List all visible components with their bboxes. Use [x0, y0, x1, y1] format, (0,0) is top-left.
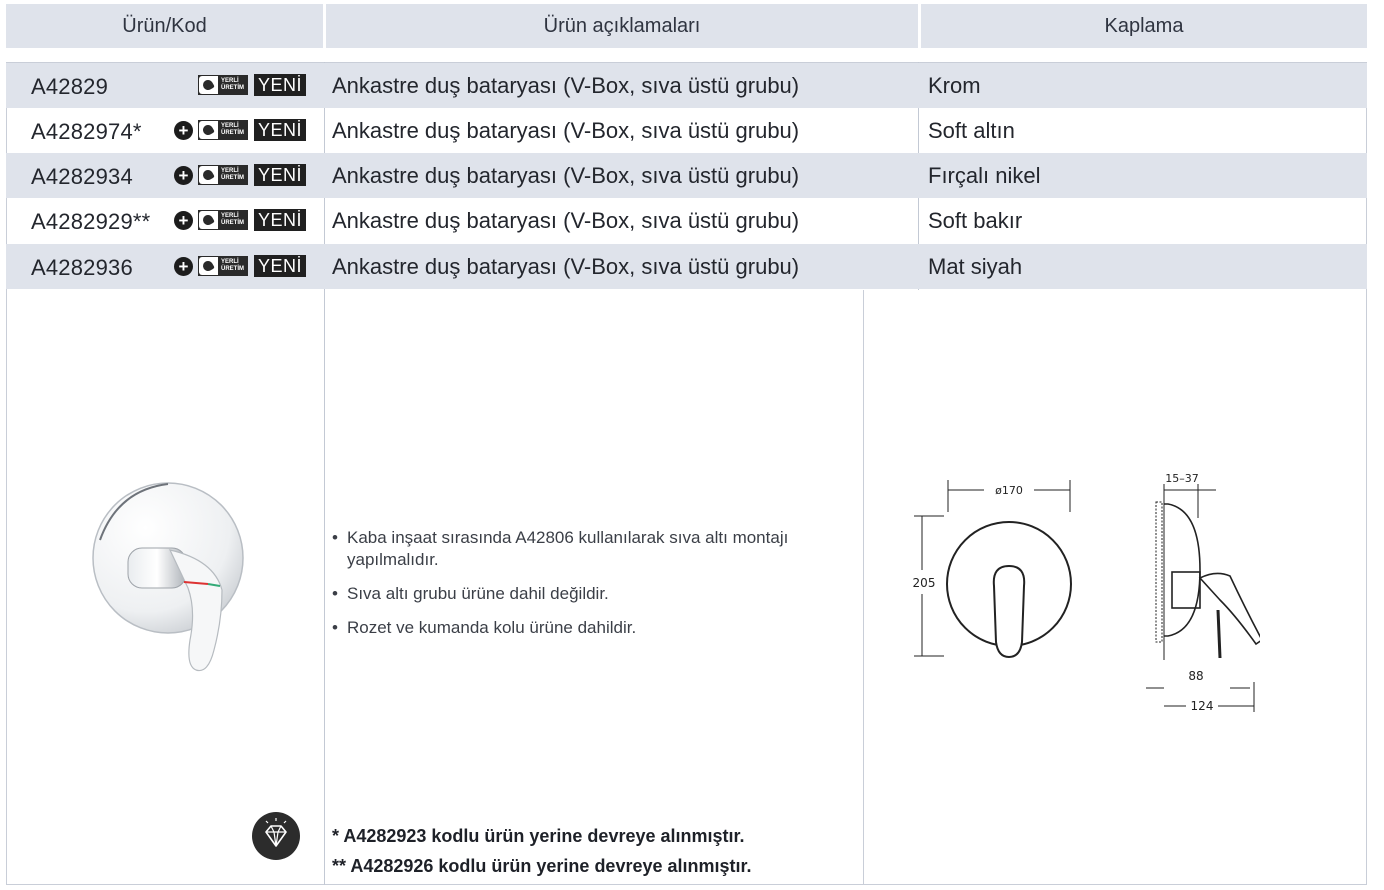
- new-badge: YENİ: [254, 255, 307, 277]
- product-finish: Krom: [928, 73, 981, 98]
- badge-line1: YERLİ: [221, 78, 239, 84]
- dim-88-label: 88: [1188, 669, 1203, 683]
- hand-icon: [199, 166, 218, 184]
- bullet-item: Sıva altı grubu ürüne dahil değildir.: [332, 583, 832, 605]
- product-finish: Fırçalı nikel: [928, 163, 1041, 188]
- info-bullets: Kaba inşaat sırasında A42806 kullanılara…: [332, 527, 832, 651]
- bullet-item: Kaba inşaat sırasında A42806 kullanılara…: [332, 527, 832, 571]
- plus-icon: +: [174, 166, 193, 185]
- badge-line1: YERLİ: [221, 123, 239, 129]
- product-description: Ankastre duş bataryası (V-Box, sıva üstü…: [332, 73, 800, 98]
- dim-124-label: 124: [1191, 699, 1214, 713]
- hand-icon: [199, 257, 218, 275]
- column-header-code-label: Ürün/Kod: [122, 14, 207, 37]
- plus-icon: +: [174, 121, 193, 140]
- column-header-finish: Kaplama: [921, 4, 1367, 48]
- badge-line1: YERLİ: [221, 168, 239, 174]
- footnotes: * A4282923 kodlu ürün yerine devreye alı…: [332, 821, 752, 881]
- table-row: A4282974* + YERLİ ÜRETİM YENİ Ankastre du…: [6, 108, 1367, 153]
- table-bottom-border: [6, 884, 1367, 885]
- column-header-finish-label: Kaplama: [1104, 14, 1184, 37]
- product-description: Ankastre duş bataryası (V-Box, sıva üstü…: [332, 163, 800, 188]
- new-badge: YENİ: [254, 119, 307, 141]
- column-header-description: Ürün açıklamaları: [326, 4, 918, 48]
- footnote-2: ** A4282926 kodlu ürün yerine devreye al…: [332, 856, 752, 876]
- product-description: Ankastre duş bataryası (V-Box, sıva üstü…: [332, 208, 800, 233]
- local-production-badge: YERLİ ÜRETİM: [198, 120, 248, 140]
- depth-label: 15–37: [1165, 472, 1199, 485]
- diamond-icon: [252, 812, 300, 860]
- footnote-1: * A4282923 kodlu ürün yerine devreye alı…: [332, 826, 745, 846]
- product-code: A4282929**: [31, 209, 151, 234]
- new-badge: YENİ: [254, 209, 307, 231]
- column-header-code: Ürün/Kod: [6, 4, 323, 48]
- badge-line1: YERLİ: [221, 213, 239, 219]
- info-divider: [863, 290, 864, 885]
- badge-line2: ÜRETİM: [221, 266, 244, 272]
- badge-line2: ÜRETİM: [221, 85, 244, 91]
- badge-line2: ÜRETİM: [221, 175, 244, 181]
- product-description: Ankastre duş bataryası (V-Box, sıva üstü…: [332, 254, 800, 279]
- new-badge: YENİ: [254, 74, 307, 96]
- hand-icon: [199, 76, 218, 94]
- shower-mixer-photo: [92, 482, 244, 672]
- hand-icon: [199, 121, 218, 139]
- technical-drawing: ø170 205 15–37 88 124: [913, 472, 1260, 713]
- plus-icon: +: [174, 257, 193, 276]
- product-description: Ankastre duş bataryası (V-Box, sıva üstü…: [332, 118, 800, 143]
- local-production-badge: YERLİ ÜRETİM: [198, 165, 248, 185]
- product-finish: Soft bakır: [928, 208, 1023, 233]
- local-production-badge: YERLİ ÜRETİM: [198, 210, 248, 230]
- badge-line1: YERLİ: [221, 259, 239, 265]
- column-header-description-label: Ürün açıklamaları: [543, 14, 701, 37]
- table-row: A42829 YERLİ ÜRETİM YENİ Ankastre duş bat…: [6, 63, 1367, 108]
- plus-icon: +: [174, 211, 193, 230]
- height-label: 205: [913, 576, 936, 590]
- diameter-label: ø170: [995, 484, 1023, 497]
- local-production-badge: YERLİ ÜRETİM: [198, 75, 248, 95]
- product-code: A4282934: [31, 164, 133, 189]
- local-production-badge: YERLİ ÜRETİM: [198, 256, 248, 276]
- product-code: A4282936: [31, 255, 133, 280]
- product-code: A42829: [31, 74, 109, 99]
- product-code: A4282974*: [31, 119, 142, 144]
- product-finish: Mat siyah: [928, 254, 1023, 279]
- badge-line2: ÜRETİM: [221, 130, 244, 136]
- badge-line2: ÜRETİM: [221, 220, 244, 226]
- table-row: A4282929** + YERLİ ÜRETİM YENİ Ankastre d…: [6, 198, 1367, 243]
- table-row: A4282934 + YERLİ ÜRETİM YENİ Ankastre duş…: [6, 153, 1367, 198]
- hand-icon: [199, 211, 218, 229]
- product-finish: Soft altın: [928, 118, 1015, 143]
- new-badge: YENİ: [254, 164, 307, 186]
- bullet-item: Rozet ve kumanda kolu ürüne dahildir.: [332, 617, 832, 639]
- table-row: A4282936 + YERLİ ÜRETİM YENİ Ankastre duş…: [6, 244, 1367, 289]
